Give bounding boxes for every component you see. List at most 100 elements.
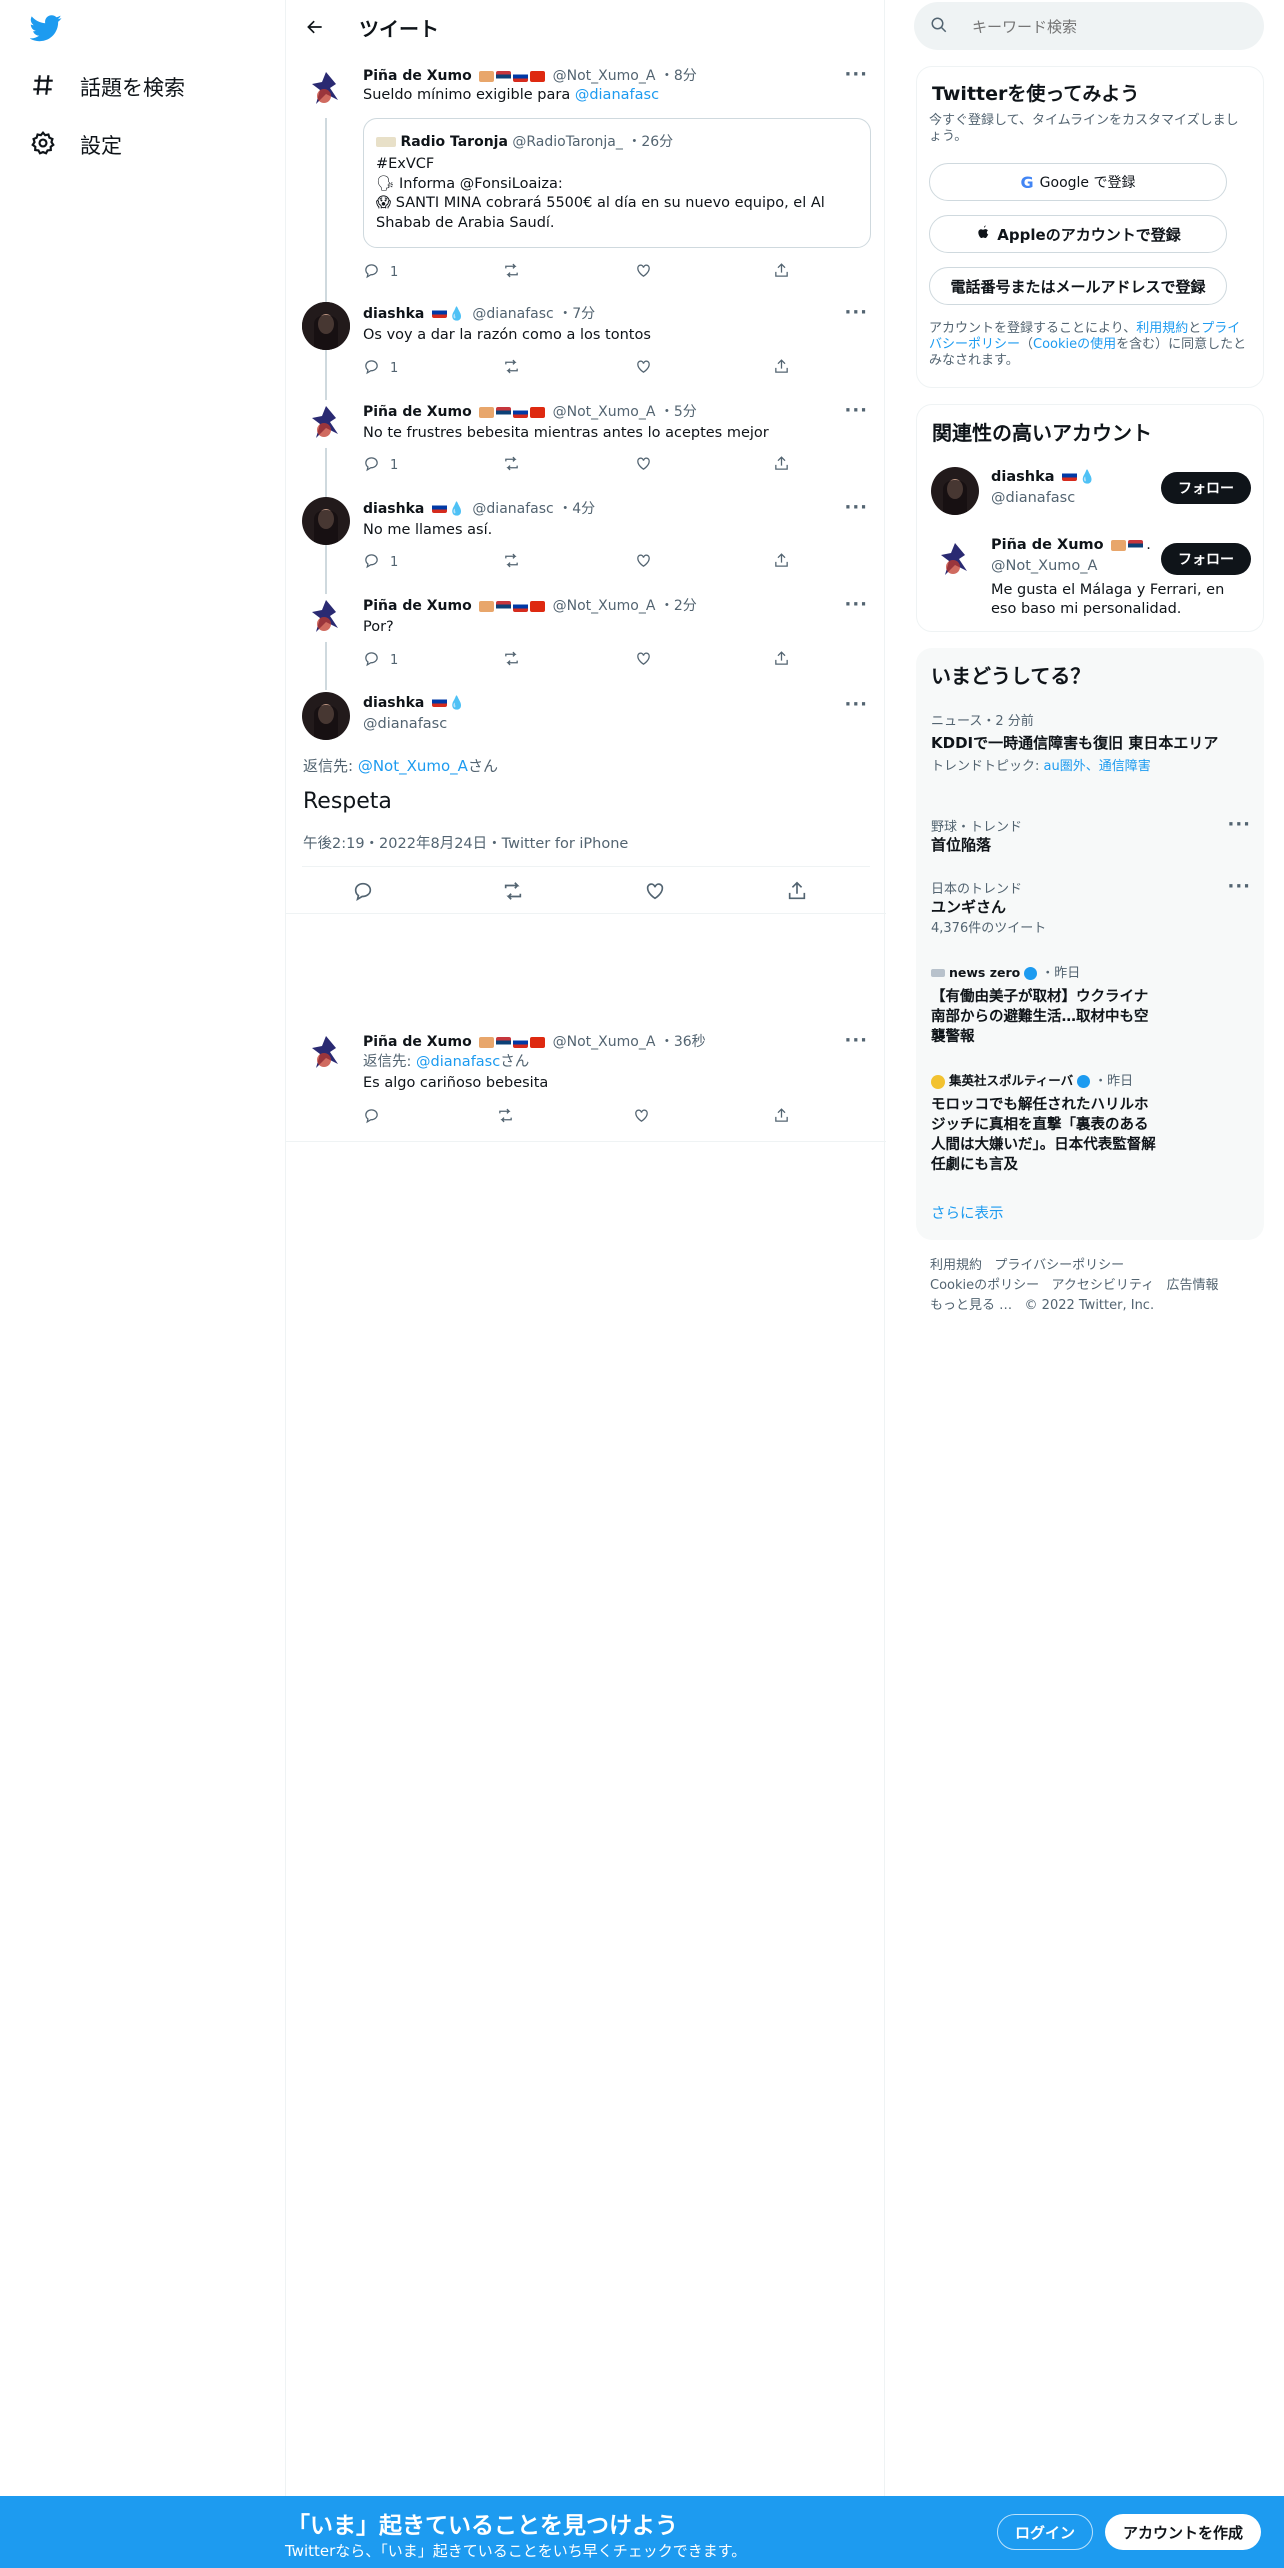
account-item[interactable]: Piña de Xumo ... @Not_Xumo_A Me gusta el…: [917, 529, 1263, 629]
retweet-icon[interactable]: [503, 358, 520, 375]
tweet-timestamp[interactable]: 午後2:19・2022年8月24日・Twitter for iPhone: [303, 832, 628, 853]
tweet-time[interactable]: 36秒: [674, 1034, 706, 1050]
display-name[interactable]: diashka: [363, 501, 424, 517]
trend-topic-link[interactable]: au圏外、通信障害: [1044, 759, 1151, 774]
more-options-icon[interactable]: ···: [844, 694, 868, 715]
reply-button[interactable]: 1: [363, 358, 398, 379]
avatar[interactable]: [931, 467, 979, 515]
thread-tweet[interactable]: diashka 💧 @dianafasc ・4分 ··· No me llame…: [286, 489, 886, 586]
share-icon[interactable]: [773, 552, 790, 569]
reply-icon[interactable]: [363, 1107, 380, 1124]
tweet-time[interactable]: 4分: [572, 501, 595, 517]
share-icon[interactable]: [786, 880, 808, 906]
user-handle[interactable]: @Not_Xumo_A: [553, 68, 656, 84]
like-icon[interactable]: [633, 1107, 650, 1124]
like-icon[interactable]: [635, 650, 652, 667]
footer-link[interactable]: 広告情報: [1167, 1278, 1219, 1293]
tweet-time[interactable]: 8分: [674, 68, 697, 84]
news-item[interactable]: 集英社スポルティーバ ・昨日 モロッコでも解任されたハリルホジッチに真相を直撃「…: [931, 1070, 1161, 1175]
thread-tweet[interactable]: Piña de Xumo @Not_Xumo_A ・5分 ··· No te f…: [286, 392, 886, 489]
retweet-icon[interactable]: [503, 552, 520, 569]
create-account-button[interactable]: アカウントを作成: [1105, 2514, 1261, 2550]
retweet-icon[interactable]: [502, 880, 524, 906]
user-handle[interactable]: @Not_Xumo_A: [553, 1034, 656, 1050]
share-icon[interactable]: [773, 650, 790, 667]
show-more-link[interactable]: さらに表示: [931, 1202, 1004, 1223]
avatar[interactable]: [302, 497, 350, 545]
news-item[interactable]: news zero ・昨日 【有働由美子が取材】ウクライナ南部からの避難生活…取…: [931, 962, 1161, 1047]
avatar[interactable]: [302, 400, 350, 448]
footer-link[interactable]: 利用規約: [930, 1258, 982, 1273]
retweet-icon[interactable]: [503, 262, 520, 279]
more-options-icon[interactable]: ···: [1227, 814, 1251, 835]
google-signup-button[interactable]: G Google で登録: [929, 163, 1227, 201]
thread-tweet[interactable]: Piña de Xumo @Not_Xumo_A ・8分 ··· Sueldo …: [286, 54, 886, 294]
mention-link[interactable]: @Not_Xumo_A: [358, 757, 468, 775]
avatar[interactable]: [302, 1030, 350, 1078]
more-options-icon[interactable]: ···: [844, 400, 868, 421]
like-icon[interactable]: [635, 552, 652, 569]
more-options-icon[interactable]: ···: [844, 594, 868, 615]
login-button[interactable]: ログイン: [997, 2514, 1093, 2550]
like-icon[interactable]: [635, 262, 652, 279]
thread-tweet[interactable]: Piña de Xumo @Not_Xumo_A ・2分 ··· Por? 1: [286, 586, 886, 684]
apple-signup-button[interactable]: Appleのアカウントで登録: [929, 215, 1227, 253]
nav-item-settings[interactable]: 設定: [30, 120, 122, 170]
user-handle[interactable]: @Not_Xumo_A: [553, 404, 656, 420]
avatar[interactable]: [302, 594, 350, 642]
back-arrow-icon[interactable]: [300, 12, 330, 42]
avatar[interactable]: [302, 302, 350, 350]
account-item[interactable]: diashka 💧 @dianafasc フォロー: [917, 461, 1263, 527]
share-icon[interactable]: [773, 1107, 790, 1124]
reply-button[interactable]: 1: [363, 455, 398, 476]
quoted-tweet[interactable]: Radio Taronja @RadioTaronja_ ・26分 #ExVCF…: [363, 118, 871, 248]
footer-link[interactable]: Cookieのポリシー: [930, 1278, 1039, 1293]
avatar[interactable]: [931, 537, 979, 585]
more-options-icon[interactable]: ···: [844, 1030, 868, 1051]
tweet-time[interactable]: 2分: [674, 598, 697, 614]
thread-tweet[interactable]: diashka 💧 @dianafasc ・7分 ··· Os voy a da…: [286, 294, 886, 392]
tweet-time[interactable]: 5分: [674, 404, 697, 420]
twitter-bird-icon[interactable]: [29, 12, 66, 48]
like-icon[interactable]: [635, 358, 652, 375]
reply-icon[interactable]: [352, 880, 374, 906]
avatar[interactable]: [302, 692, 350, 740]
phone-email-signup-button[interactable]: 電話番号またはメールアドレスで登録: [929, 267, 1227, 305]
footer-link[interactable]: プライバシーポリシー: [994, 1258, 1124, 1273]
retweet-icon[interactable]: [503, 455, 520, 472]
more-options-icon[interactable]: ···: [844, 497, 868, 518]
user-handle[interactable]: @dianafasc: [472, 501, 553, 517]
user-handle[interactable]: @Not_Xumo_A: [553, 598, 656, 614]
follow-button[interactable]: フォロー: [1161, 472, 1251, 504]
trend-item[interactable]: 日本のトレンド ユンギさん 4,376件のツイート ···: [931, 876, 1251, 936]
display-name[interactable]: Piña de Xumo: [363, 1034, 472, 1050]
retweet-icon[interactable]: [503, 650, 520, 667]
reply-button[interactable]: 1: [363, 552, 398, 573]
follow-button[interactable]: フォロー: [1161, 543, 1251, 575]
share-icon[interactable]: [773, 262, 790, 279]
retweet-icon[interactable]: [497, 1107, 514, 1124]
like-icon[interactable]: [644, 880, 666, 906]
footer-link[interactable]: もっと見る …: [930, 1298, 1012, 1313]
search-box[interactable]: [914, 2, 1264, 50]
reply-button[interactable]: 1: [363, 262, 398, 283]
search-input[interactable]: [970, 12, 1254, 42]
footer-link[interactable]: アクセシビリティ: [1052, 1278, 1155, 1293]
cookie-link[interactable]: Cookieの使用: [1033, 337, 1116, 352]
display-name[interactable]: diashka: [363, 306, 424, 322]
share-icon[interactable]: [773, 358, 790, 375]
display-name[interactable]: Piña de Xumo: [363, 598, 472, 614]
tweet-time[interactable]: 7分: [572, 306, 595, 322]
reply-tweet[interactable]: Piña de Xumo @Not_Xumo_A ・36秒 ··· 返信先: @…: [286, 1022, 886, 1142]
user-handle[interactable]: @dianafasc: [363, 715, 447, 734]
display-name[interactable]: Piña de Xumo: [363, 68, 472, 84]
more-options-icon[interactable]: ···: [1227, 876, 1251, 897]
nav-item-explore[interactable]: 話題を検索: [30, 62, 185, 112]
trend-item[interactable]: 野球・トレンド 首位陥落 ···: [931, 814, 1251, 855]
more-options-icon[interactable]: ···: [844, 64, 868, 85]
mention-link[interactable]: @dianafasc: [575, 87, 659, 103]
reply-button[interactable]: 1: [363, 650, 398, 671]
display-name[interactable]: Piña de Xumo: [363, 404, 472, 420]
terms-link[interactable]: 利用規約: [1136, 321, 1188, 336]
like-icon[interactable]: [635, 455, 652, 472]
